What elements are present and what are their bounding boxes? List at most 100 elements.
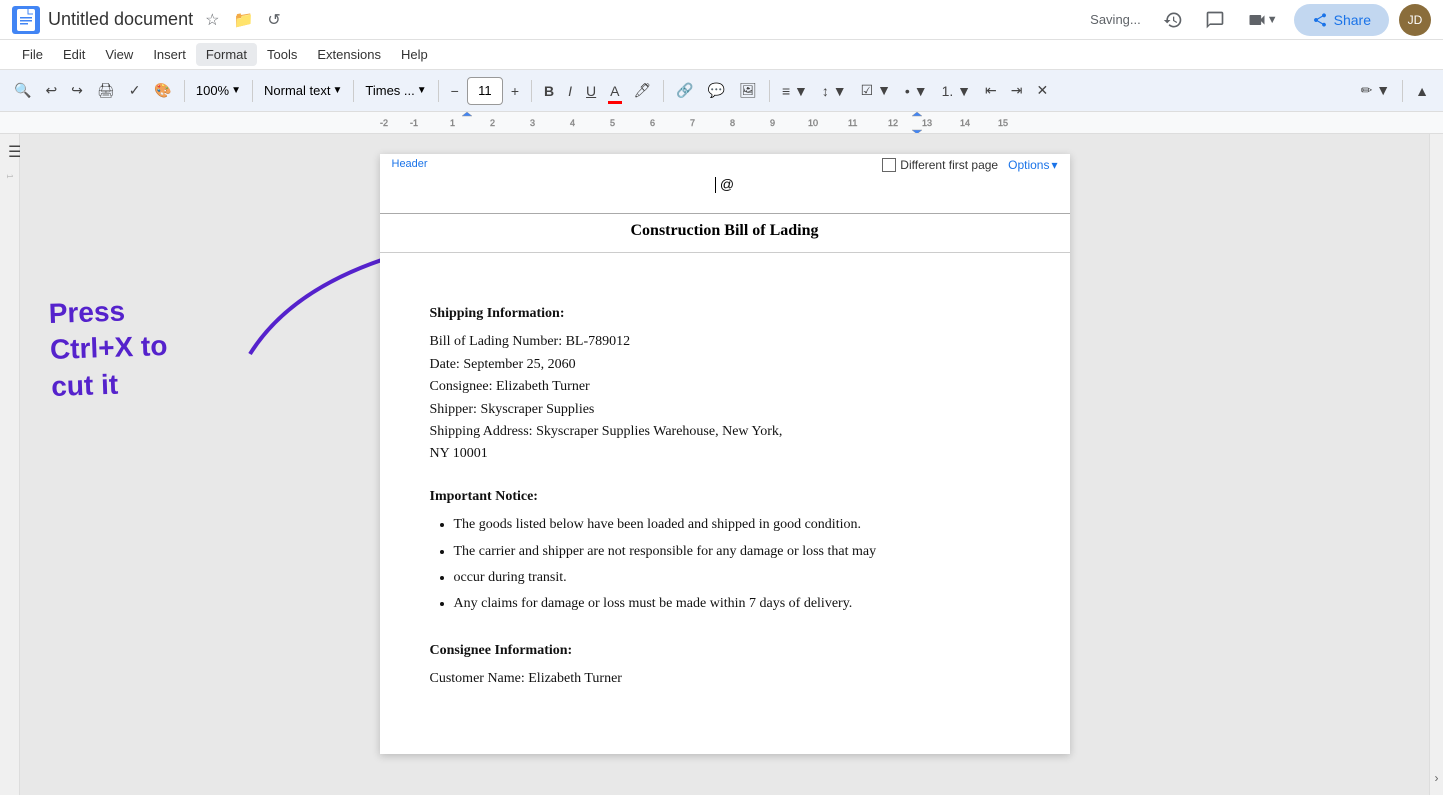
spellcheck-button[interactable]: ✓ — [123, 76, 147, 106]
link-button[interactable]: 🔗 — [670, 76, 699, 106]
notice-item-3: Any claims for damage or loss must be ma… — [454, 593, 1020, 615]
separator-4 — [438, 80, 439, 102]
doc-area[interactable]: Press Ctrl+X to cut it Header Differen — [20, 134, 1429, 795]
bullet-list-button[interactable]: • ▼ — [899, 76, 934, 106]
document-page: Header Different first page Options ▾ @ — [380, 154, 1070, 754]
font-dropdown[interactable]: Times ... ▼ — [360, 77, 431, 105]
notice-title: Important Notice: — [430, 486, 1020, 508]
comment-button[interactable]: 💬 — [702, 76, 731, 106]
style-dropdown[interactable]: Normal text ▼ — [259, 77, 347, 105]
annotation-line1: Press — [48, 292, 167, 332]
svg-text:10: 10 — [808, 118, 818, 128]
undo-button[interactable]: ↩ — [39, 76, 63, 106]
header-section[interactable]: Header Different first page Options ▾ @ — [380, 154, 1070, 214]
color-indicator — [608, 101, 622, 104]
header-right: ▼ Share JD — [1157, 4, 1431, 36]
toolbar: 🔍 ↩ ↪ 🖨 ✓ 🎨 100% ▼ Normal text ▼ Times .… — [0, 70, 1443, 112]
menu-extensions[interactable]: Extensions — [307, 43, 391, 66]
menu-help[interactable]: Help — [391, 43, 438, 66]
bold-button[interactable]: B — [538, 76, 560, 106]
zoom-dropdown[interactable]: 100% ▼ — [191, 77, 246, 105]
checklist-button[interactable]: ☑ ▼ — [855, 76, 897, 106]
svg-text:14: 14 — [960, 118, 970, 128]
image-button[interactable]: 🖼 — [733, 76, 763, 106]
svg-text:2: 2 — [490, 118, 495, 128]
print-button[interactable]: 🖨 — [91, 76, 121, 106]
autosave-button[interactable]: ↺ — [263, 6, 284, 34]
separator-3 — [353, 80, 354, 102]
menu-edit[interactable]: Edit — [53, 43, 95, 66]
user-avatar[interactable]: JD — [1399, 4, 1431, 36]
style-chevron: ▼ — [332, 85, 342, 96]
font-color-button[interactable]: A — [604, 76, 625, 106]
clear-formatting-button[interactable]: ✕ — [1030, 76, 1054, 106]
title-bar: Untitled document ☆ 📁 ↺ Saving... ▼ Shar… — [0, 0, 1443, 40]
history-button[interactable] — [1157, 4, 1189, 36]
indent-decrease-button[interactable]: ⇤ — [979, 76, 1003, 106]
font-size-input[interactable] — [467, 77, 503, 105]
chat-button[interactable] — [1199, 4, 1231, 36]
italic-button[interactable]: I — [562, 76, 578, 106]
menu-file[interactable]: File — [12, 43, 53, 66]
svg-text:13: 13 — [922, 118, 932, 128]
menu-insert[interactable]: Insert — [143, 43, 196, 66]
share-button[interactable]: Share — [1294, 4, 1389, 36]
notice-item-2: occur during transit. — [454, 567, 1020, 589]
paint-format-button[interactable]: 🎨 — [148, 76, 177, 106]
shipping-line-3: Shipper: Skyscraper Supplies — [430, 399, 1020, 421]
consignee-title: Consignee Information: — [430, 640, 1020, 662]
font-decrease-button[interactable]: − — [445, 76, 465, 106]
menu-tools[interactable]: Tools — [257, 43, 307, 66]
svg-text:12: 12 — [888, 118, 898, 128]
shipping-line-5: NY 10001 — [430, 443, 1020, 465]
annotation-overlay: Press Ctrl+X to cut it — [48, 292, 169, 405]
ruler: -2 -1 1 2 3 4 5 6 7 8 9 10 11 12 13 14 1… — [0, 112, 1443, 134]
document-header-title: Construction Bill of Lading — [380, 214, 1070, 253]
saving-status: Saving... — [1090, 12, 1141, 27]
right-toolbar: ✏ ▼ ▲ — [1355, 76, 1435, 106]
font-chevron: ▼ — [417, 85, 427, 96]
indent-increase-button[interactable]: ⇥ — [1005, 76, 1029, 106]
pen-button[interactable]: ✏ ▼ — [1355, 76, 1396, 106]
line-spacing-button[interactable]: ↕ ▼ — [816, 76, 853, 106]
gap-1 — [430, 283, 1020, 303]
different-first-page-checkbox[interactable] — [882, 158, 896, 172]
menu-bar: File Edit View Insert Format Tools Exten… — [0, 40, 1443, 70]
menu-view[interactable]: View — [95, 43, 143, 66]
different-first-page[interactable]: Different first page — [882, 158, 998, 172]
meet-button[interactable]: ▼ — [1241, 4, 1284, 36]
separator-1 — [184, 80, 185, 102]
underline-button[interactable]: U — [580, 76, 602, 106]
svg-text:-2: -2 — [380, 118, 388, 128]
consignee-line: Customer Name: Elizabeth Turner — [430, 668, 1020, 690]
options-dropdown[interactable]: Options ▾ — [1008, 158, 1057, 172]
shipping-line-4: Shipping Address: Skyscraper Supplies Wa… — [430, 421, 1020, 443]
search-button[interactable]: 🔍 — [8, 76, 37, 106]
align-button[interactable]: ≡ ▼ — [776, 76, 814, 106]
highlight-button[interactable]: 🖊 — [628, 76, 658, 106]
collapse-arrow: › — [1435, 771, 1439, 785]
right-collapse-panel[interactable]: › — [1429, 134, 1443, 795]
separator-8 — [1402, 80, 1403, 102]
svg-text:5: 5 — [610, 118, 615, 128]
font-increase-button[interactable]: + — [505, 76, 525, 106]
menu-format[interactable]: Format — [196, 43, 257, 66]
title-action-icons: ☆ 📁 ↺ — [201, 6, 285, 34]
ruler-svg: -2 -1 1 2 3 4 5 6 7 8 9 10 11 12 13 14 1… — [0, 112, 1443, 134]
document-title[interactable]: Untitled document — [48, 9, 193, 30]
document-body[interactable]: Shipping Information: Bill of Lading Num… — [380, 253, 1070, 720]
svg-text:7: 7 — [690, 118, 695, 128]
collapse-button[interactable]: ▲ — [1409, 76, 1435, 106]
header-options: Different first page Options ▾ — [882, 158, 1057, 172]
left-margin: ☰ 1 — [0, 134, 20, 795]
move-button[interactable]: 📁 — [229, 6, 257, 34]
star-button[interactable]: ☆ — [201, 6, 223, 34]
svg-text:9: 9 — [770, 118, 775, 128]
svg-text:15: 15 — [998, 118, 1008, 128]
gap-2 — [430, 466, 1020, 486]
header-label: Header — [392, 158, 428, 170]
different-first-page-label: Different first page — [900, 158, 998, 172]
numbered-list-button[interactable]: 1. ▼ — [936, 76, 977, 106]
redo-button[interactable]: ↪ — [65, 76, 89, 106]
gap-3 — [430, 620, 1020, 640]
